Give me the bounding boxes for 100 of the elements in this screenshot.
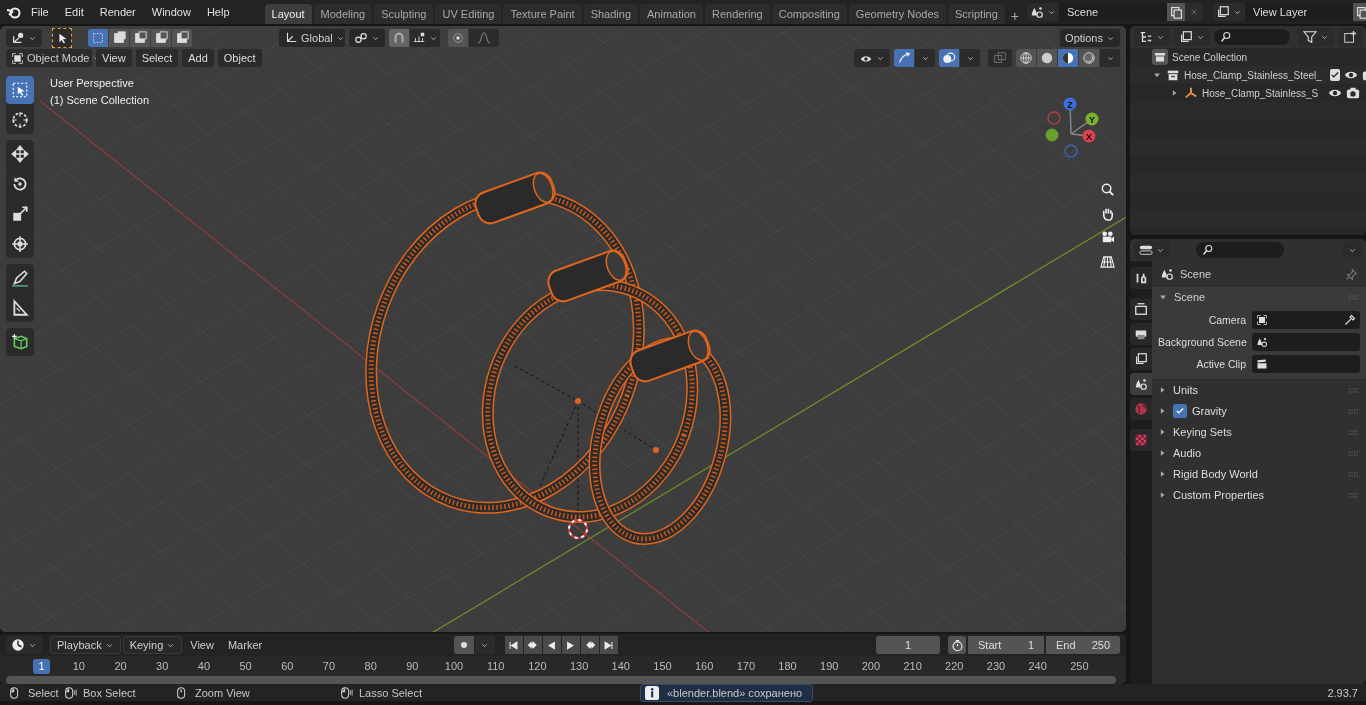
menu-item[interactable]: Window (144, 3, 198, 21)
overlays-toggle[interactable] (939, 49, 959, 67)
workspace-tab[interactable]: Modeling (313, 4, 373, 24)
preview-range-toggle[interactable] (948, 636, 966, 654)
workspace-tab[interactable]: Scripting (948, 4, 1005, 24)
workspace-tab[interactable]: Sculpting (374, 4, 434, 24)
menu-item[interactable]: Edit (57, 3, 91, 21)
timeline-menu[interactable]: Marker (221, 636, 269, 654)
frame-number: 140 (610, 660, 631, 672)
search-icon (1202, 244, 1214, 256)
search-field[interactable] (1214, 29, 1290, 45)
gizmo-toggle[interactable] (894, 49, 914, 67)
workspace-tab[interactable]: Layout (264, 4, 312, 24)
selection-mode-button[interactable] (88, 29, 108, 47)
current-frame-field[interactable]: 1 (876, 636, 940, 654)
data-block-field[interactable] (1252, 333, 1360, 351)
select-tool-button[interactable] (52, 28, 72, 48)
checkbox[interactable] (1173, 403, 1187, 418)
editor-type-button[interactable] (6, 29, 42, 47)
auto-keying-toggle[interactable] (453, 636, 474, 654)
frame-number: 40 (196, 660, 212, 672)
play-button[interactable] (561, 636, 580, 654)
scene-browse-button[interactable] (1027, 3, 1059, 21)
workspace-tab[interactable]: Rendering (704, 4, 770, 24)
falloff-dropdown[interactable] (469, 29, 499, 47)
visibility-dropdown[interactable] (854, 49, 890, 67)
view-layer-browse-button[interactable] (1213, 3, 1245, 21)
view-layer-name-field[interactable]: View Layer (1245, 3, 1353, 21)
properties-tab[interactable] (1130, 298, 1152, 320)
options-dropdown[interactable]: Options (1060, 29, 1120, 47)
panel-title[interactable]: Audio (1173, 446, 1202, 459)
jump-start-button[interactable] (504, 636, 523, 654)
panel-title[interactable]: Rigid Body World (1173, 467, 1258, 480)
snap-toggle[interactable] (389, 29, 409, 47)
next-keyframe-button[interactable] (580, 636, 599, 654)
panel-title[interactable]: Scene (1174, 291, 1206, 303)
add-workspace-button[interactable]: + (1006, 8, 1023, 24)
panel-title[interactable]: Custom Properties (1173, 488, 1265, 501)
xray-toggle[interactable] (988, 49, 1012, 67)
play-reverse-button[interactable] (542, 636, 561, 654)
workspace-tab[interactable]: Compositing (771, 4, 847, 24)
playhead-frame[interactable]: 1 (33, 658, 50, 674)
workspace-tab[interactable]: Geometry Nodes (848, 4, 946, 24)
panel-title[interactable]: Units (1173, 383, 1199, 396)
properties-tab[interactable] (1130, 323, 1152, 345)
data-block-field[interactable] (1252, 355, 1360, 373)
viewport-menu[interactable]: View (96, 49, 132, 67)
panel-title[interactable]: Keying Sets (1173, 425, 1232, 438)
workspace-tab[interactable]: Shading (583, 4, 639, 24)
display-mode-dropdown[interactable] (1134, 28, 1170, 46)
data-block-field[interactable] (1252, 311, 1360, 329)
end-frame-field[interactable]: End 250 (1046, 636, 1120, 654)
viewport-menu[interactable]: Object (217, 49, 262, 67)
workspace-tab[interactable]: UV Editing (435, 4, 502, 24)
proportional-edit-toggle[interactable] (448, 29, 468, 47)
menu-item[interactable]: Help (199, 3, 237, 21)
start-frame-field[interactable]: Start 1 (968, 636, 1044, 654)
properties-tab[interactable] (1130, 348, 1152, 370)
panel-title[interactable]: Gravity (1192, 404, 1227, 417)
selection-mode-button[interactable] (109, 29, 129, 47)
checkbox[interactable] (1329, 69, 1340, 81)
workspace-tab[interactable]: Animation (640, 4, 703, 24)
new-view-layer-button[interactable] (1353, 3, 1366, 21)
transform-orientation-dropdown[interactable]: Global (279, 29, 345, 47)
jump-end-button[interactable] (599, 636, 618, 654)
menu-item[interactable]: File (24, 3, 56, 21)
workspace-tab[interactable]: Texture Paint (503, 4, 582, 24)
scene-name-field[interactable]: Scene (1059, 3, 1167, 21)
prev-keyframe-button[interactable] (523, 636, 542, 654)
new-scene-button[interactable] (1167, 3, 1185, 21)
tool-button[interactable] (6, 76, 34, 104)
selection-mode-button[interactable] (151, 29, 171, 47)
timeline-menu-dropdown[interactable]: Playback (50, 636, 121, 654)
filter-type-dropdown[interactable] (1174, 28, 1210, 46)
viewport-menu[interactable]: Add (182, 49, 214, 67)
clock-icon (11, 638, 25, 652)
timeline-menu[interactable]: View (184, 636, 220, 654)
navigation-gizmo[interactable]: Z Y X (1036, 92, 1116, 166)
horizontal-scrollbar[interactable] (6, 676, 1116, 684)
new-collection-button[interactable] (1338, 28, 1362, 46)
pin-button[interactable] (1345, 267, 1358, 281)
selection-mode-button[interactable] (130, 29, 150, 47)
properties-tab[interactable] (1130, 373, 1152, 395)
properties-tab[interactable] (1130, 267, 1152, 289)
search-field[interactable] (1196, 242, 1284, 258)
menu-item[interactable]: Render (92, 3, 143, 21)
outliner-item-label[interactable]: Scene Collection (1172, 51, 1248, 63)
snap-target-dropdown[interactable] (410, 29, 440, 47)
outliner-item-label[interactable]: Hose_Clamp_Stainless_S (1202, 87, 1319, 99)
timeline-menu-dropdown[interactable]: Keying (122, 636, 183, 654)
outliner-item-label[interactable]: Hose_Clamp_Stainless_Steel_ (1184, 69, 1322, 81)
viewport-menu[interactable]: Select (135, 49, 179, 67)
filter-dropdown[interactable] (1298, 28, 1334, 46)
selection-mode-button[interactable] (172, 29, 192, 47)
render-toggle[interactable] (1346, 86, 1360, 100)
editor-type-button[interactable] (1134, 241, 1170, 259)
pivot-point-dropdown[interactable] (349, 29, 385, 47)
shading-mode-button[interactable] (1058, 49, 1078, 67)
editor-type-button[interactable] (6, 636, 42, 654)
select-box-icon (11, 81, 29, 99)
